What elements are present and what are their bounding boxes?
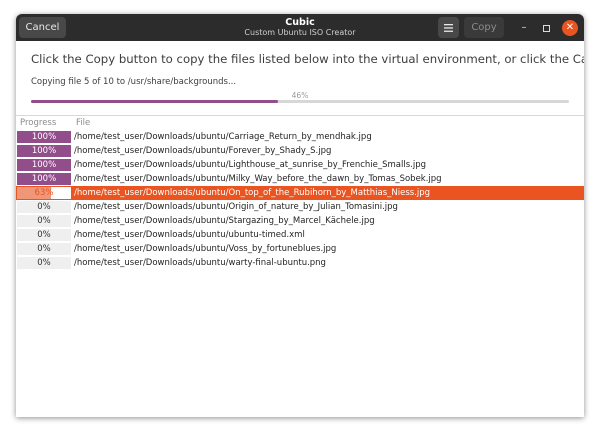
file-rows: 100% /home/test_user/Downloads/ubuntu/Car… — [16, 130, 584, 270]
overall-progress-bar — [31, 100, 569, 103]
copy-status-text: Copying file 5 of 10 to /usr/share/backg… — [31, 77, 237, 87]
cancel-button[interactable]: Cancel — [19, 17, 66, 38]
row-progress-label: 0% — [37, 258, 51, 268]
row-progress-label: 100% — [31, 146, 57, 156]
row-progress-label: 100% — [31, 160, 57, 170]
row-progress-label: 63% — [34, 188, 54, 198]
row-progress-bar: 0% — [17, 215, 71, 227]
close-button[interactable]: ✕ — [562, 20, 578, 36]
row-progress-label: 100% — [31, 174, 57, 184]
row-progress-label: 0% — [37, 216, 51, 226]
copy-button[interactable]: Copy — [464, 17, 504, 38]
row-progress-bar: 0% — [17, 201, 71, 213]
column-header-file[interactable]: File — [76, 118, 90, 128]
table-row[interactable]: 0% /home/test_user/Downloads/ubuntu/Origi… — [16, 200, 584, 214]
row-file-path: /home/test_user/Downloads/ubuntu/Carriag… — [74, 132, 372, 142]
window-subtitle: Custom Ubuntu ISO Creator — [244, 28, 356, 37]
row-progress-bar: 0% — [17, 229, 71, 241]
window-title-area: Cubic Custom Ubuntu ISO Creator — [216, 17, 384, 38]
table-row[interactable]: 100% /home/test_user/Downloads/ubuntu/Mil… — [16, 172, 584, 186]
row-file-path: /home/test_user/Downloads/ubuntu/Stargaz… — [74, 216, 375, 226]
row-progress-bar: 100% — [17, 145, 71, 157]
file-list[interactable]: Progress File 100% /home/test_user/Downlo… — [16, 115, 584, 417]
overall-progress-label: 46% — [291, 91, 309, 100]
table-row[interactable]: 0% /home/test_user/Downloads/ubuntu/Voss_… — [16, 242, 584, 256]
row-progress-label: 0% — [37, 244, 51, 254]
hamburger-menu-icon — [444, 23, 453, 32]
row-file-path: /home/test_user/Downloads/ubuntu/Origin_… — [74, 202, 398, 212]
row-progress-bar: 0% — [17, 243, 71, 255]
instruction-text: Click the Copy button to copy the files … — [31, 52, 584, 66]
table-row[interactable]: 100% /home/test_user/Downloads/ubuntu/Lig… — [16, 158, 584, 172]
row-file-path: /home/test_user/Downloads/ubuntu/Milky_W… — [74, 174, 442, 184]
row-progress-bar: 100% — [17, 131, 71, 143]
menu-button[interactable] — [438, 17, 459, 38]
cubic-window: Cancel Cubic Custom Ubuntu ISO Creator C… — [16, 14, 584, 417]
row-file-path: /home/test_user/Downloads/ubuntu/On_top_… — [74, 188, 431, 198]
header-bar: Cancel Cubic Custom Ubuntu ISO Creator C… — [16, 14, 584, 41]
row-progress-bar: 0% — [17, 257, 71, 269]
row-file-path: /home/test_user/Downloads/ubuntu/Voss_by… — [74, 244, 337, 254]
row-progress-bar: 63% — [17, 187, 71, 199]
row-progress-label: 0% — [37, 230, 51, 240]
minimize-button[interactable]: – — [517, 21, 531, 35]
table-row[interactable]: 63% /home/test_user/Downloads/ubuntu/On_t… — [16, 186, 584, 200]
window-title: Cubic — [285, 17, 315, 28]
row-progress-label: 100% — [31, 132, 57, 142]
row-file-path: /home/test_user/Downloads/ubuntu/Lightho… — [74, 160, 427, 170]
maximize-button[interactable] — [539, 21, 553, 35]
row-progress-bar: 100% — [17, 159, 71, 171]
maximize-icon — [543, 25, 550, 32]
row-file-path: /home/test_user/Downloads/ubuntu/Forever… — [74, 146, 332, 156]
table-row[interactable]: 100% /home/test_user/Downloads/ubuntu/For… — [16, 144, 584, 158]
table-row[interactable]: 100% /home/test_user/Downloads/ubuntu/Car… — [16, 130, 584, 144]
row-progress-label: 0% — [37, 202, 51, 212]
table-row[interactable]: 0% /home/test_user/Downloads/ubuntu/Starg… — [16, 214, 584, 228]
column-header-progress[interactable]: Progress — [20, 118, 56, 128]
row-file-path: /home/test_user/Downloads/ubuntu/warty-f… — [74, 258, 326, 268]
row-file-path: /home/test_user/Downloads/ubuntu/ubuntu-… — [74, 230, 305, 240]
list-header: Progress File — [16, 116, 584, 130]
overall-progress-fill — [31, 100, 279, 103]
table-row[interactable]: 0% /home/test_user/Downloads/ubuntu/ubunt… — [16, 228, 584, 242]
row-progress-bar: 100% — [17, 173, 71, 185]
table-row[interactable]: 0% /home/test_user/Downloads/ubuntu/warty… — [16, 256, 584, 270]
